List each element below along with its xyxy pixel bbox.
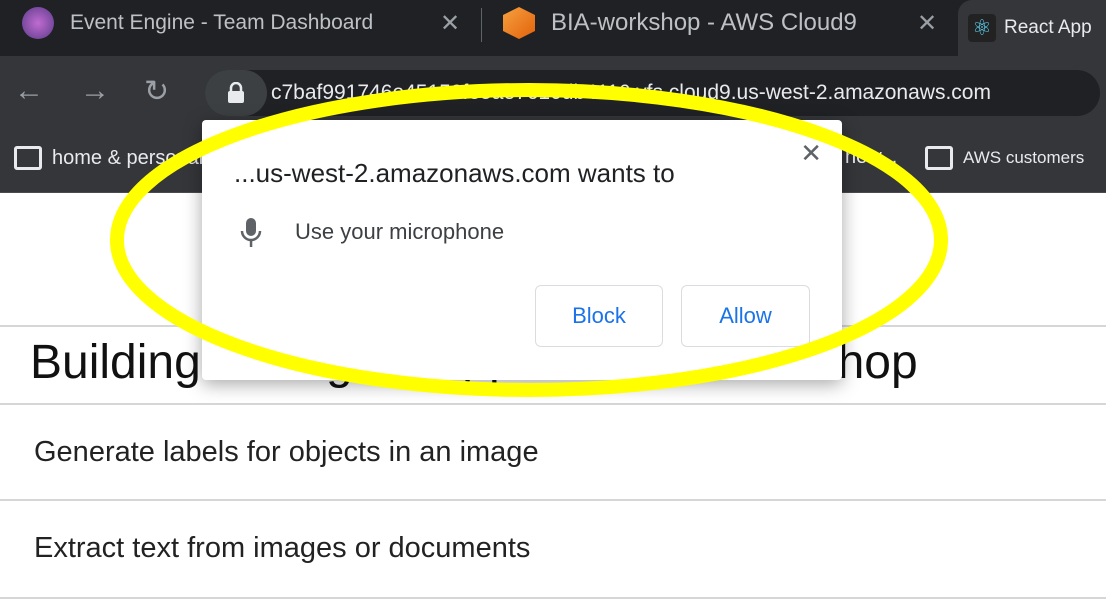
bookmark-label: home & personal [52, 146, 204, 169]
bookmark-folder[interactable]: home & personal [14, 146, 203, 170]
site-info-button[interactable] [205, 70, 267, 116]
divider [0, 597, 1106, 599]
event-engine-favicon [22, 7, 54, 39]
block-button[interactable]: Block [535, 285, 663, 347]
tab-separator [481, 8, 482, 42]
tab-event-engine[interactable]: Event Engine - Team Dashboard ✕ [22, 0, 472, 46]
folder-icon [925, 146, 953, 170]
tab-strip: Event Engine - Team Dashboard ✕ BIA-work… [0, 0, 1106, 56]
tab-title: React App [1004, 17, 1092, 38]
address-bar[interactable]: c7baf991746e45159fe5ae7610db4116.vfs.clo… [205, 70, 1100, 116]
tab-title: BIA-workshop - AWS Cloud9 [551, 9, 857, 36]
divider [0, 403, 1106, 405]
microphone-icon [240, 218, 262, 247]
close-icon[interactable]: ✕ [800, 138, 822, 169]
list-item[interactable]: Extract text from images or documents [34, 532, 530, 565]
bookmark-label: AWS customers [963, 148, 1085, 167]
allow-button[interactable]: Allow [681, 285, 810, 347]
permission-popup: ...us-west-2.amazonaws.com wants to ✕ Us… [202, 120, 842, 380]
divider [0, 499, 1106, 501]
bookmark-folder[interactable]: new... [845, 146, 897, 169]
react-favicon: ⚛ [968, 14, 996, 42]
tab-title: Event Engine - Team Dashboard [70, 11, 374, 34]
reload-icon[interactable]: ↻ [144, 74, 169, 109]
close-tab-icon[interactable]: ✕ [917, 9, 937, 38]
permission-request: Use your microphone [295, 219, 505, 244]
list-item[interactable]: Generate labels for objects in an image [34, 436, 539, 469]
folder-icon [14, 146, 42, 170]
cloud9-favicon [503, 7, 535, 39]
popup-title: ...us-west-2.amazonaws.com wants to [234, 158, 675, 188]
browser-toolbar: ← → ↻ c7baf991746e45159fe5ae7610db4116.v… [0, 56, 1106, 130]
lock-icon [228, 82, 244, 103]
forward-icon[interactable]: → [80, 74, 110, 108]
tab-cloud9[interactable]: BIA-workshop - AWS Cloud9 ✕ [503, 0, 953, 46]
close-tab-icon[interactable]: ✕ [440, 9, 460, 38]
tab-react-app[interactable]: ⚛ React App [958, 0, 1106, 56]
url-text: c7baf991746e45159fe5ae7610db4116.vfs.clo… [271, 81, 991, 104]
bookmark-folder[interactable]: AWS customers [925, 146, 1084, 170]
bookmark-label: new... [845, 146, 898, 168]
back-icon[interactable]: ← [14, 74, 44, 108]
